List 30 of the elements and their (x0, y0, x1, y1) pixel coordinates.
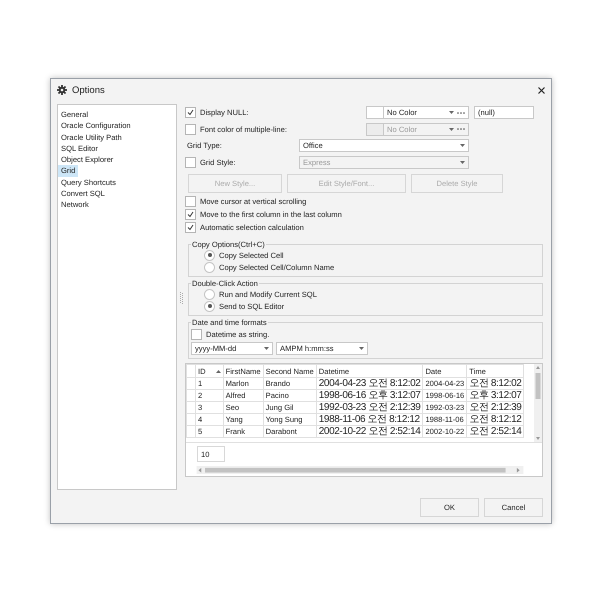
checkbox[interactable] (185, 196, 196, 207)
table-cell: 오전 8:12:12 (466, 414, 524, 426)
checkbox[interactable] (185, 222, 196, 233)
checkbox[interactable] (185, 209, 196, 220)
gear-icon (57, 85, 67, 95)
dropdown-arrow-icon (264, 346, 269, 350)
table-cell: 오후 3:12:07 (466, 390, 524, 402)
table-cell: 1992-03-23 오전 2:12:39 (316, 402, 423, 414)
table-cell: 오전 8:12:02 (466, 378, 524, 390)
close-icon[interactable] (538, 86, 545, 94)
dropdown-arrow-icon (460, 161, 465, 164)
table-cell: 2002-10-22 오전 2:52:14 (316, 426, 423, 438)
table-cell: 1988-11-06 오전 8:12:12 (316, 414, 423, 426)
radio-button[interactable] (204, 300, 215, 312)
checkbox[interactable] (185, 107, 196, 118)
dropdown-arrow-icon (449, 128, 454, 130)
radio-button[interactable] (204, 250, 215, 260)
radio-button[interactable] (204, 288, 215, 300)
checkbox[interactable] (191, 328, 202, 340)
radio-button[interactable] (204, 262, 215, 272)
dropdown-arrow-icon (449, 111, 454, 114)
dropdown-arrow-icon (460, 144, 465, 147)
table-cell: 오전 2:52:14 (466, 426, 524, 438)
vertical-scrollbar[interactable] (534, 364, 542, 442)
window-title: Options (72, 84, 106, 96)
sort-arrow-icon (216, 370, 221, 372)
dropdown-arrow-icon (359, 346, 364, 350)
table-cell: 1998-06-16 오후 3:12:07 (316, 390, 423, 402)
table-cell: 오전 2:12:39 (466, 402, 524, 414)
table-cell: 2004-04-23 오전 8:12:02 (316, 378, 423, 390)
